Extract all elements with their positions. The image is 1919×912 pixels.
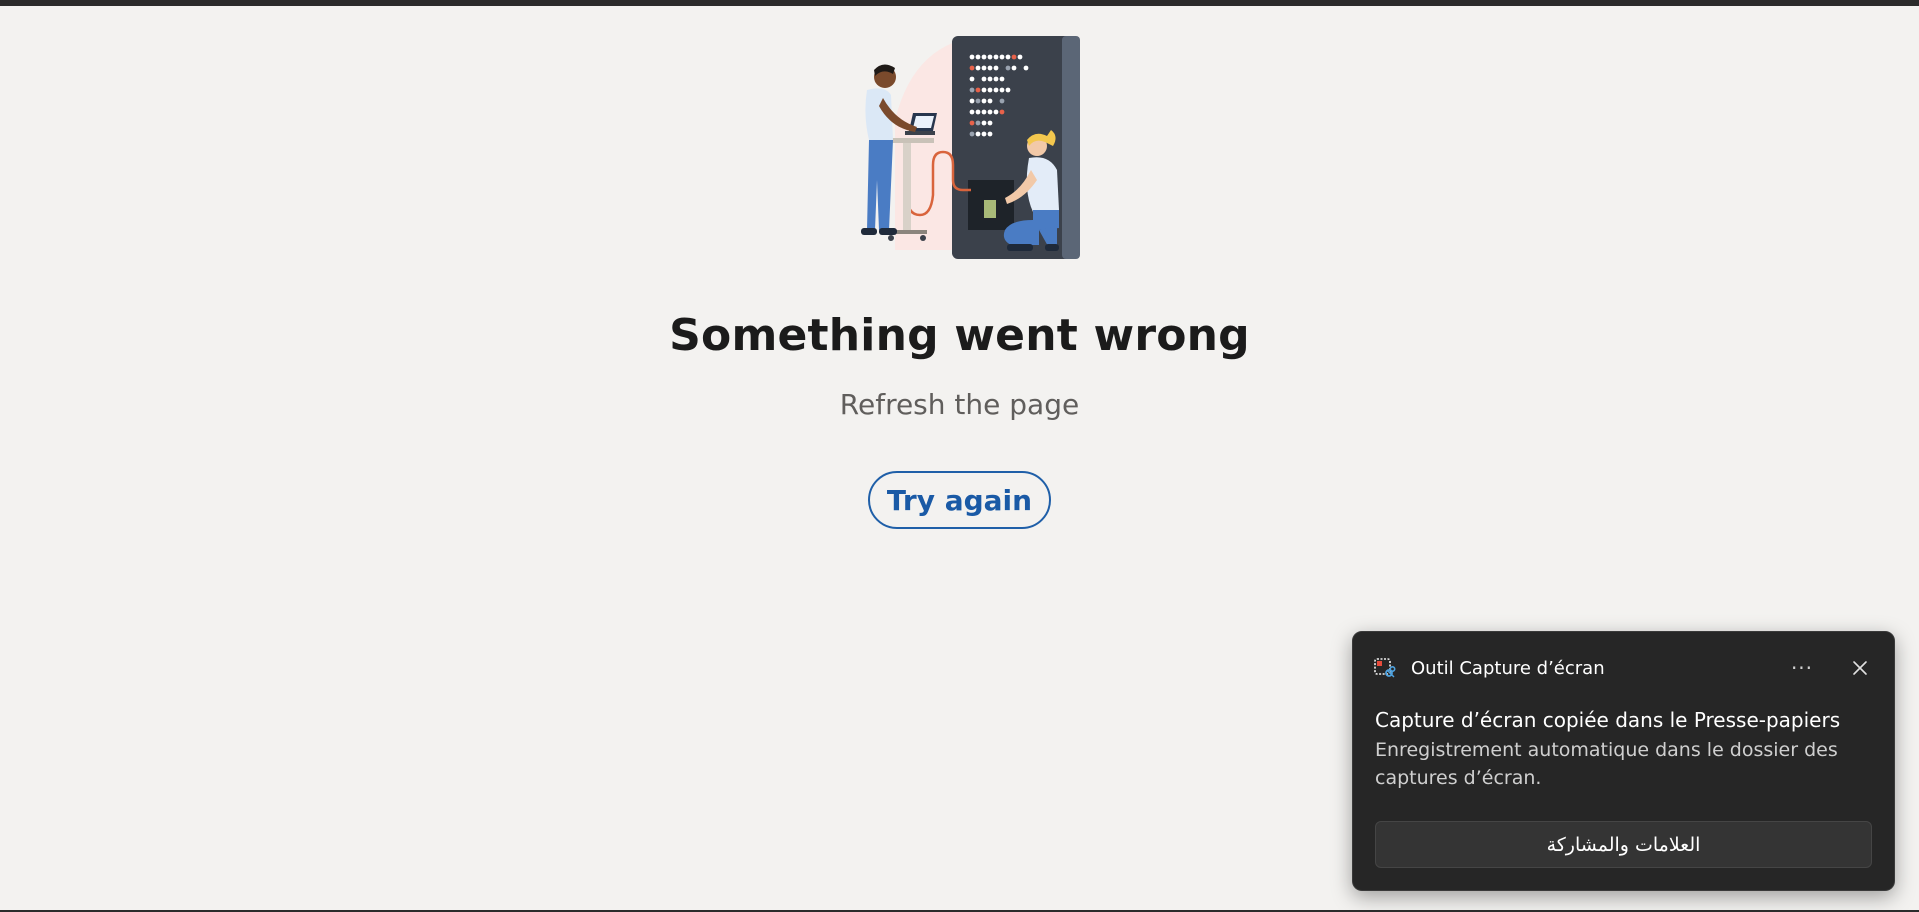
error-title: Something went wrong	[669, 310, 1250, 361]
window-top-border	[0, 0, 1919, 6]
more-icon[interactable]: ···	[1784, 652, 1820, 684]
close-icon[interactable]	[1844, 652, 1876, 684]
server-maintenance-illustration	[825, 30, 1085, 280]
markup-and-share-button[interactable]: العلامات والمشاركة	[1375, 821, 1872, 868]
try-again-button[interactable]: Try again	[868, 471, 1051, 529]
notification-app-name: Outil Capture d’écran	[1411, 657, 1605, 679]
snipping-tool-notification: Outil Capture d’écran ··· Capture d’écra…	[1352, 631, 1895, 891]
notification-title: Capture d’écran copiée dans le Presse-pa…	[1375, 708, 1841, 732]
notification-body: Capture d’écran copiée dans le Presse-pa…	[1375, 708, 1875, 792]
snipping-tool-icon	[1373, 656, 1397, 680]
notification-text: Enregistrement automatique dans le dossi…	[1375, 739, 1838, 789]
error-subtitle: Refresh the page	[839, 388, 1080, 421]
notification-header: Outil Capture d’écran ···	[1373, 652, 1876, 684]
